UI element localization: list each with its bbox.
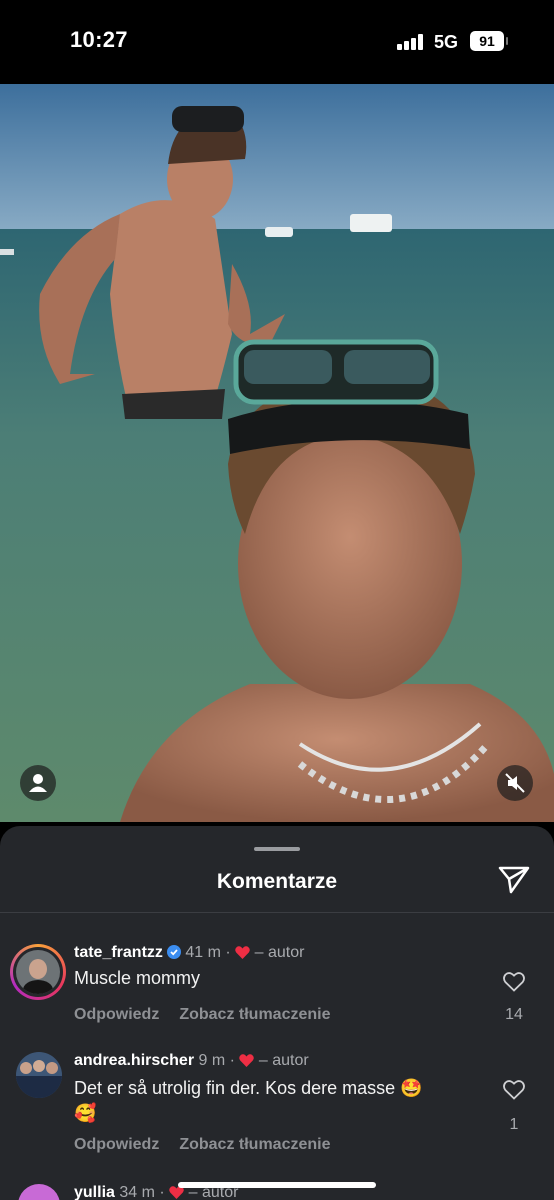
verified-badge-icon	[166, 945, 181, 959]
user-tag-button[interactable]	[20, 765, 56, 801]
see-translation-button[interactable]: Zobacz tłumaczenie	[179, 1136, 330, 1153]
liked-by-author-label: – autor	[254, 944, 305, 961]
network-type: 5G	[434, 32, 459, 52]
author-liked-heart-icon	[235, 946, 250, 959]
speaker-muted-icon	[505, 773, 525, 793]
comment-text: Muscle mommy	[74, 968, 201, 988]
photo-illustration	[0, 84, 554, 822]
liked-by-author-label: – autor	[258, 1052, 309, 1069]
like-count: 14	[505, 1006, 523, 1023]
comment-time: 41 m	[185, 944, 221, 961]
clock: 10:27	[70, 27, 128, 52]
comment-username[interactable]: yullia	[74, 1184, 115, 1200]
battery-icon: 91	[470, 31, 504, 51]
avatar	[16, 950, 60, 994]
mute-button[interactable]	[497, 765, 533, 801]
like-heart-icon[interactable]	[503, 1080, 525, 1100]
see-translation-button[interactable]: Zobacz tłumaczenie	[179, 1006, 330, 1023]
avatar-story-ring[interactable]	[10, 944, 66, 1000]
sheet-title: Komentarze	[216, 870, 338, 893]
divider	[0, 912, 554, 913]
battery-nub	[506, 37, 508, 45]
comment-header: andrea.hirscher 9 m · – autor	[74, 1052, 309, 1069]
author-liked-heart-icon	[239, 1054, 255, 1067]
comments-sheet: Komentarze tate_frantzz 41 m · – autor M…	[0, 826, 554, 1200]
like-heart-icon[interactable]	[503, 972, 525, 992]
sheet-drag-handle[interactable]	[254, 847, 300, 851]
like-count: 1	[509, 1116, 519, 1133]
comment-actions: Odpowiedz Zobacz tłumaczenie	[74, 1006, 350, 1024]
home-indicator[interactable]	[178, 1182, 376, 1188]
reply-button[interactable]: Odpowiedz	[74, 1136, 159, 1153]
share-send-icon[interactable]	[497, 864, 531, 896]
signal-icon	[397, 34, 425, 50]
avatar[interactable]	[18, 1184, 60, 1200]
reply-button[interactable]: Odpowiedz	[74, 1006, 159, 1023]
comment-text-line2: 🥰	[74, 1103, 97, 1123]
comment-text: Det er så utrolig fin der. Kos dere mass…	[74, 1078, 423, 1098]
post-photo[interactable]	[0, 84, 554, 822]
comment-time: 34 m	[119, 1184, 155, 1200]
comment-actions: Odpowiedz Zobacz tłumaczenie	[74, 1136, 350, 1154]
comment-header: tate_frantzz 41 m · – autor	[74, 944, 305, 961]
comment-username[interactable]: tate_frantzz	[74, 944, 163, 961]
avatar[interactable]	[16, 1052, 62, 1098]
comment-time: 9 m	[198, 1052, 226, 1069]
user-tag-icon	[29, 774, 47, 792]
status-bar: 10:27 5G 91	[0, 0, 554, 84]
comment-username[interactable]: andrea.hirscher	[74, 1052, 194, 1069]
